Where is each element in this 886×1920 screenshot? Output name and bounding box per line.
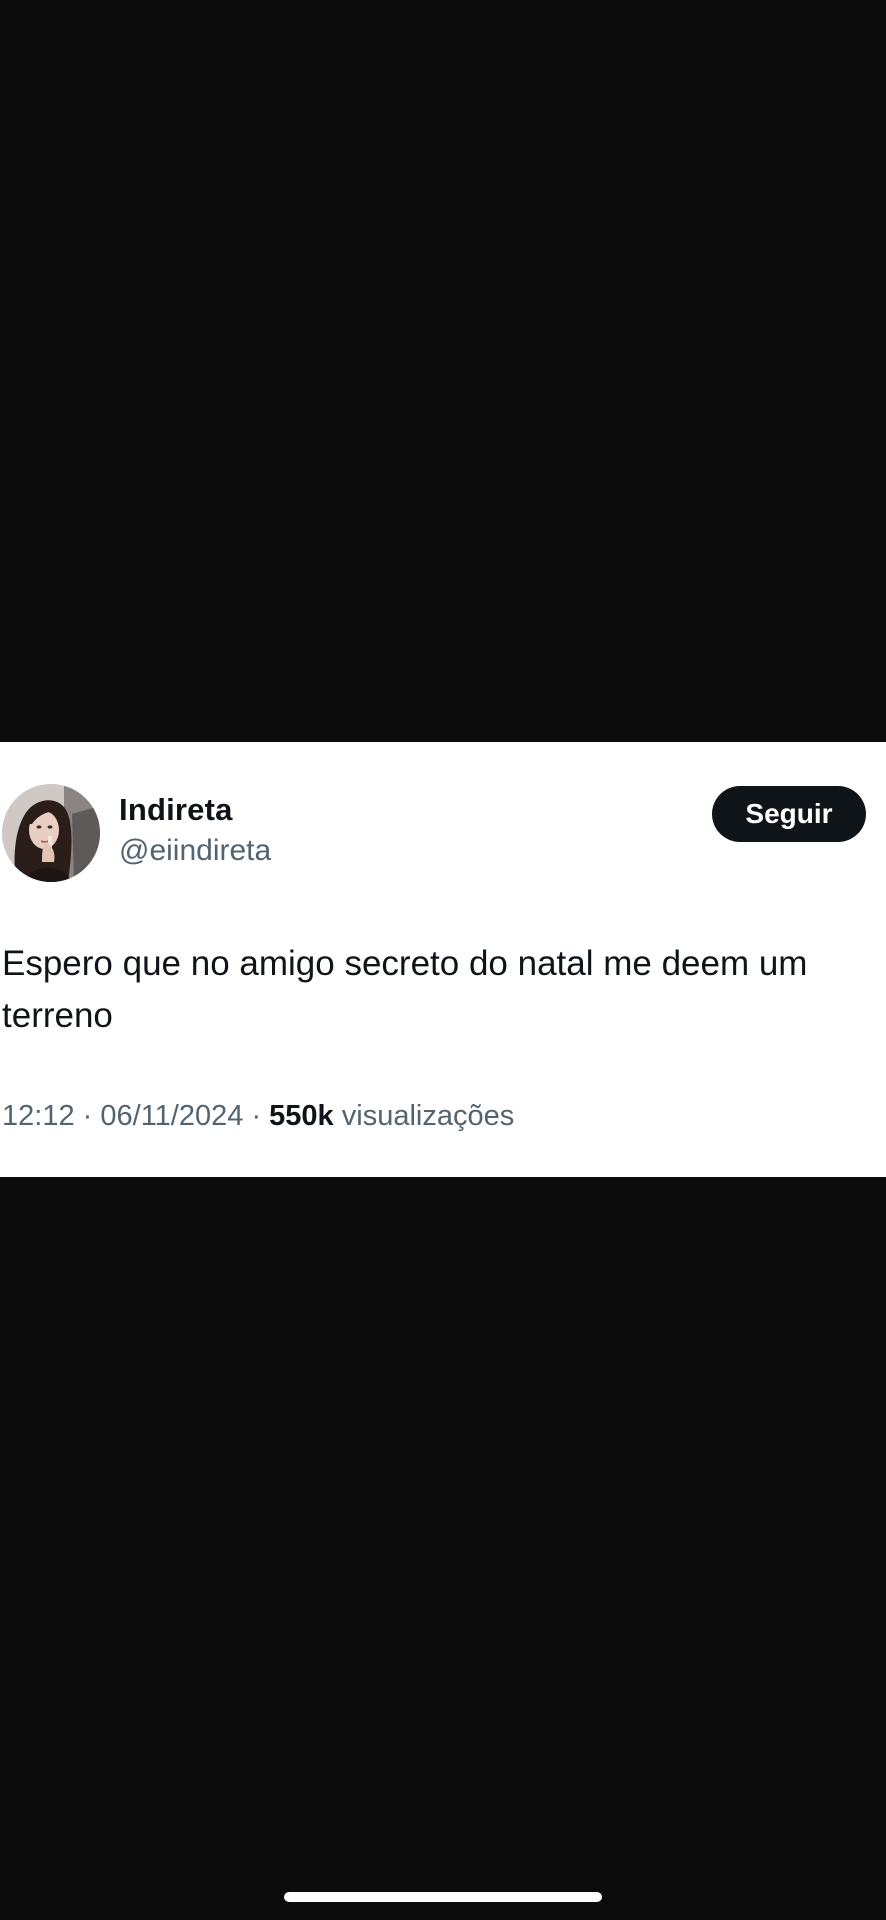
meta-separator: · (82, 1100, 93, 1132)
tweet-meta: 12:12 · 06/11/2024 · 550k visualizações (2, 1100, 514, 1133)
follow-button[interactable]: Seguir (712, 786, 866, 842)
profile-photo-icon (2, 784, 100, 882)
avatar[interactable] (2, 784, 100, 882)
author-handle[interactable]: @eiindireta (119, 834, 271, 868)
views-count[interactable]: 550k (269, 1100, 334, 1132)
views-label: visualizações (341, 1100, 515, 1132)
author-display-name[interactable]: Indireta (119, 792, 233, 828)
tweet-text: Espero que no amigo secreto do natal me … (2, 944, 808, 1035)
tweet-card: Indireta @eiindireta Seguir Espero que n… (0, 742, 886, 1177)
meta-separator: · (251, 1100, 262, 1132)
tweet-date[interactable]: 06/11/2024 (100, 1100, 243, 1132)
tweet-time[interactable]: 12:12 (2, 1100, 75, 1132)
home-indicator[interactable] (284, 1892, 602, 1902)
